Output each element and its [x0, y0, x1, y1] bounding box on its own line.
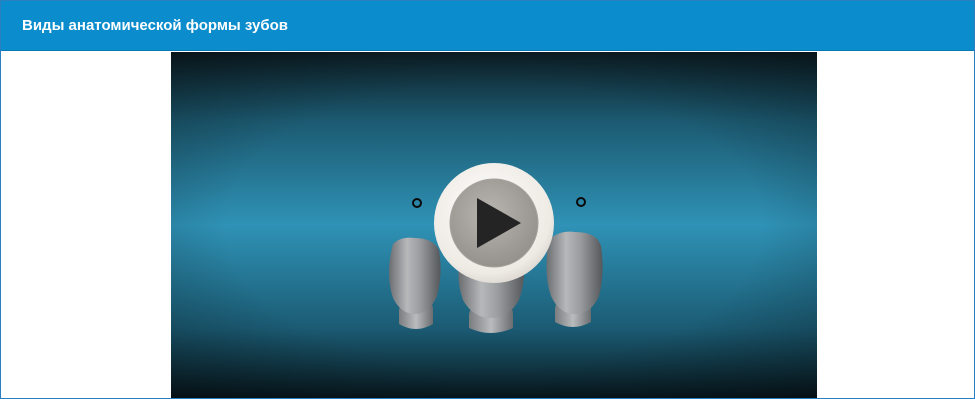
play-button[interactable]	[433, 162, 555, 284]
video-player[interactable]	[171, 52, 817, 398]
video-panel: Виды анатомической формы зубов	[0, 0, 975, 399]
play-icon	[434, 163, 554, 283]
panel-header: Виды анатомической формы зубов	[1, 1, 974, 51]
panel-body	[1, 51, 974, 398]
panel-title: Виды анатомической формы зубов	[22, 17, 288, 34]
